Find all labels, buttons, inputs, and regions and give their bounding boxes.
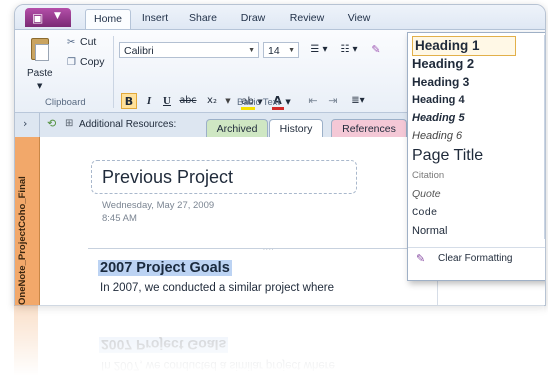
font-name-value: Calibri <box>124 45 154 57</box>
onenote-app-icon: ▣ <box>32 11 44 25</box>
align-button[interactable]: ≣▾ <box>347 93 369 109</box>
italic-button[interactable]: I <box>141 93 157 109</box>
notebook-icon: ⊞ <box>65 118 74 129</box>
notebook-name: OneNote_ProjectCoho_Final <box>17 176 28 305</box>
section-group-label: Additional Resources: <box>79 119 177 130</box>
style-citation[interactable]: Citation <box>412 170 444 181</box>
tab-references[interactable]: References <box>331 119 407 138</box>
subscript-button[interactable]: x₂ <box>201 93 223 109</box>
styles-gallery: Heading 1 Heading 2 Heading 3 Heading 4 … <box>407 32 545 281</box>
style-heading-3[interactable]: Heading 3 <box>412 75 469 89</box>
cut-label: Cut <box>80 36 97 48</box>
chevron-down-icon: ▼ <box>285 98 291 106</box>
note-heading[interactable]: 2007 Project Goals <box>98 260 232 276</box>
clipboard-group-label: Clipboard <box>45 97 86 108</box>
style-page-title[interactable]: Page Title <box>412 147 483 165</box>
style-heading-6[interactable]: Heading 6 <box>412 130 462 142</box>
paper-icon <box>35 44 49 61</box>
file-menu-button[interactable]: ▣ ▼ <box>25 8 71 27</box>
drag-handle-icon[interactable]: ···· <box>263 247 275 254</box>
bold-button[interactable]: B <box>121 93 137 109</box>
chevron-down-icon: ▼ <box>54 11 61 21</box>
page-time: 8:45 AM <box>102 213 137 224</box>
decrease-indent-icon[interactable]: ⇤ <box>305 93 321 109</box>
tab-archived[interactable]: Archived <box>206 119 268 138</box>
reflection-fade <box>14 305 544 375</box>
clear-formatting-button[interactable]: ✎ Clear Formatting <box>408 247 545 270</box>
numbering-button[interactable]: ☷ ▾ <box>335 42 363 58</box>
styles-scrollbar[interactable]: ▲ ▼ <box>544 35 545 239</box>
style-heading-5[interactable]: Heading 5 <box>412 112 465 124</box>
ribbon-tab-row: ▣ ▼ Home Insert Share Draw Review View <box>15 5 545 30</box>
note-body-text[interactable]: In 2007, we conducted a similar project … <box>100 282 334 294</box>
tab-view[interactable]: View <box>341 9 377 28</box>
chevron-down-icon: ▼ <box>288 47 295 54</box>
cut-button[interactable]: ✂ Cut <box>67 36 96 48</box>
spell-check-icon[interactable]: ✎ <box>367 42 385 58</box>
copy-icon: ❐ <box>67 57 76 68</box>
copy-button[interactable]: ❐ Copy <box>67 56 105 68</box>
clear-formatting-icon: ✎ <box>416 252 426 265</box>
chevron-down-icon: ▼ <box>248 47 255 54</box>
tab-history[interactable]: History <box>269 119 323 139</box>
chevron-down-icon: ▼ <box>37 82 43 90</box>
clear-formatting-label: Clear Formatting <box>438 253 513 264</box>
strikethrough-button[interactable]: abc <box>177 93 199 109</box>
font-size-value: 14 <box>268 45 280 57</box>
page-date: Wednesday, May 27, 2009 <box>102 200 215 211</box>
style-quote[interactable]: Quote <box>412 188 441 200</box>
underline-button[interactable]: U <box>159 93 175 109</box>
tab-review[interactable]: Review <box>285 9 329 28</box>
font-name-combo[interactable]: Calibri ▼ <box>119 42 259 58</box>
style-normal[interactable]: Normal <box>412 225 447 237</box>
tab-share[interactable]: Share <box>183 9 223 28</box>
chevron-down-icon[interactable]: ▼ <box>223 93 233 109</box>
tab-insert[interactable]: Insert <box>135 9 175 28</box>
page-title: Previous Project <box>102 167 234 187</box>
window-reflection: 2007 Project Goals In 2007, we conducted… <box>14 305 544 375</box>
scissors-icon: ✂ <box>67 37 76 48</box>
group-divider <box>113 36 114 108</box>
bullets-button[interactable]: ☰ ▾ <box>305 42 333 58</box>
style-heading-2[interactable]: Heading 2 <box>412 56 474 71</box>
paste-button[interactable]: Paste ▼ <box>25 36 55 92</box>
tab-home[interactable]: Home <box>85 9 131 29</box>
basic-text-group-label: Basic Text <box>237 97 281 108</box>
tab-draw[interactable]: Draw <box>235 9 271 28</box>
paste-label: Paste <box>27 68 53 79</box>
nav-pane-edge <box>15 113 40 137</box>
style-code[interactable]: Code <box>412 207 437 219</box>
increase-indent-icon[interactable]: ⇥ <box>325 93 341 109</box>
style-heading-1[interactable]: Heading 1 <box>412 36 516 56</box>
copy-label: Copy <box>80 56 105 68</box>
onenote-window: ▣ ▼ Home Insert Share Draw Review View P… <box>14 4 546 306</box>
font-size-combo[interactable]: 14 ▼ <box>263 42 299 58</box>
style-heading-4[interactable]: Heading 4 <box>412 94 465 106</box>
sync-icon: ⟲ <box>47 117 57 130</box>
